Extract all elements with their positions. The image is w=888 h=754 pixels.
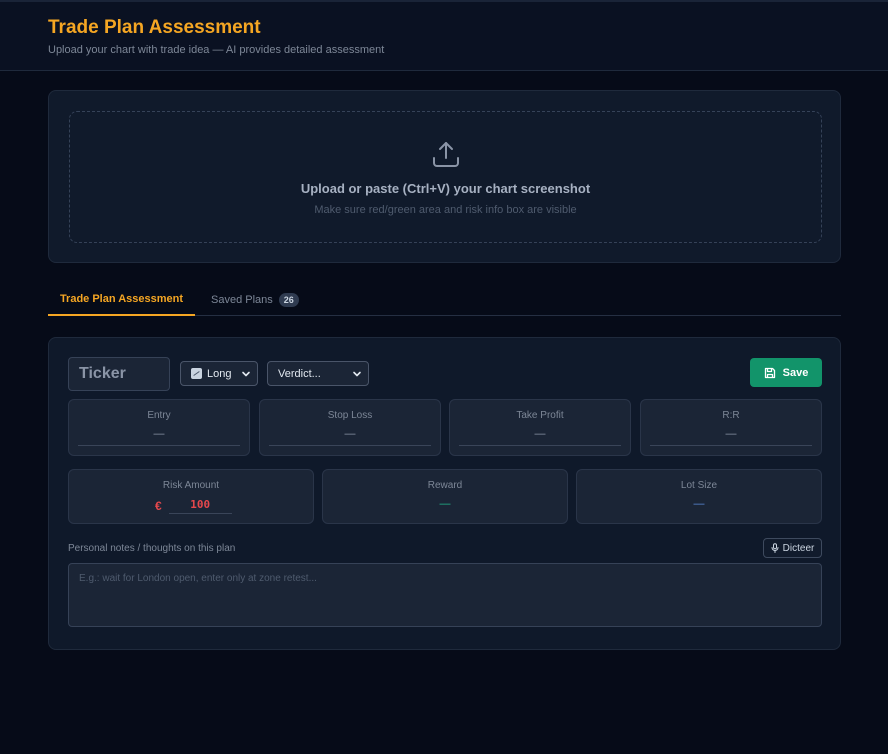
chevron-down-icon bbox=[353, 371, 361, 377]
tab-bar: Trade Plan Assessment Saved Plans 26 bbox=[48, 284, 841, 316]
lot-size-value: — bbox=[693, 498, 705, 510]
verdict-value: Verdict... bbox=[278, 367, 321, 380]
stop-loss-input[interactable]: — bbox=[269, 428, 431, 446]
dropzone-hint: Make sure red/green area and risk info b… bbox=[314, 204, 577, 216]
reward-label: Reward bbox=[427, 480, 463, 491]
risk-amount-label: Risk Amount bbox=[162, 480, 220, 491]
reward-value: — bbox=[439, 498, 451, 510]
entry-label: Entry bbox=[147, 410, 171, 421]
chart-trend-icon bbox=[191, 368, 202, 379]
stop-loss-label: Stop Loss bbox=[327, 410, 373, 421]
notes-textarea[interactable] bbox=[68, 563, 822, 627]
entry-field: Entry — bbox=[68, 399, 250, 456]
save-label: Save bbox=[782, 366, 809, 379]
take-profit-label: Take Profit bbox=[516, 410, 564, 421]
risk-reward-input[interactable]: — bbox=[650, 428, 812, 446]
risk-amount-input[interactable]: 100 bbox=[168, 498, 232, 514]
direction-value: Long bbox=[207, 367, 232, 380]
ticker-input[interactable] bbox=[68, 357, 170, 391]
page-title: Trade Plan Assessment bbox=[48, 17, 261, 38]
upload-card: Upload or paste (Ctrl+V) your chart scre… bbox=[48, 90, 841, 263]
upload-icon bbox=[433, 142, 459, 167]
currency-symbol: € bbox=[155, 499, 162, 513]
risk-amount-row: € 100 bbox=[155, 497, 232, 515]
dropzone-title: Upload or paste (Ctrl+V) your chart scre… bbox=[300, 181, 591, 196]
reward-field: Reward — bbox=[322, 469, 568, 524]
direction-select[interactable]: Long bbox=[180, 361, 258, 386]
save-button[interactable]: Save bbox=[750, 358, 822, 387]
stop-loss-field: Stop Loss — bbox=[259, 399, 441, 456]
trade-plan-card: Long Verdict... Save Entry — Stop Loss —… bbox=[48, 337, 841, 650]
risk-amount-field: Risk Amount € 100 bbox=[68, 469, 314, 524]
page-subtitle: Upload your chart with trade idea — AI p… bbox=[48, 44, 385, 56]
tab-label: Trade Plan Assessment bbox=[59, 293, 184, 305]
app-header: Trade Plan Assessment Upload your chart … bbox=[0, 0, 888, 71]
save-icon bbox=[764, 367, 775, 378]
lot-size-label: Lot Size bbox=[680, 480, 718, 491]
tab-label: Saved Plans bbox=[211, 293, 273, 306]
chart-dropzone[interactable]: Upload or paste (Ctrl+V) your chart scre… bbox=[69, 111, 822, 243]
risk-reward-field: R:R — bbox=[640, 399, 822, 456]
verdict-select[interactable]: Verdict... bbox=[267, 361, 369, 386]
tab-trade-plan-assessment[interactable]: Trade Plan Assessment bbox=[48, 284, 195, 316]
take-profit-input[interactable]: — bbox=[459, 428, 621, 446]
tab-saved-plans[interactable]: Saved Plans 26 bbox=[211, 284, 299, 315]
dictate-label: Dicteer bbox=[782, 542, 815, 554]
chevron-down-icon bbox=[242, 371, 250, 377]
take-profit-field: Take Profit — bbox=[449, 399, 631, 456]
risk-reward-label: R:R bbox=[722, 410, 740, 421]
dictate-button[interactable]: Dicteer bbox=[763, 538, 822, 558]
lot-size-field: Lot Size — bbox=[576, 469, 822, 524]
entry-input[interactable]: — bbox=[78, 428, 240, 446]
microphone-icon bbox=[771, 543, 779, 553]
notes-label: Personal notes / thoughts on this plan bbox=[68, 543, 236, 554]
saved-count-badge: 26 bbox=[278, 292, 299, 307]
